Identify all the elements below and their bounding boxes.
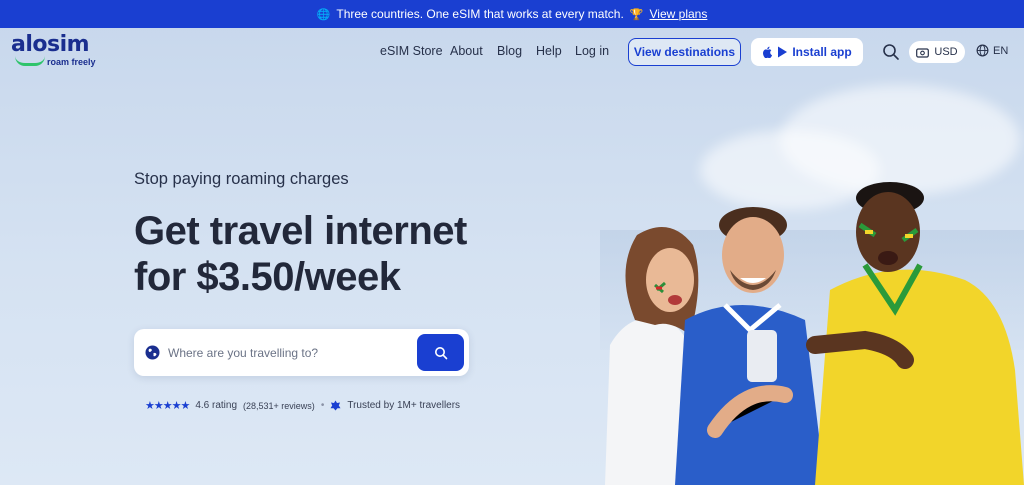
fan-man-center [675,207,825,485]
currency-label: USD [934,46,958,58]
play-store-icon [778,46,788,58]
brand-tagline: roam freely [47,57,96,67]
separator-dot: • [320,400,325,411]
hero-fans-illustration [605,182,1024,485]
globe-icon [976,44,989,57]
nav-help[interactable]: Help [536,44,562,58]
destination-input[interactable] [168,341,408,364]
nav-esim-store[interactable]: eSIM Store [380,44,443,58]
search-icon [434,346,447,359]
destination-search [134,329,469,376]
apple-icon [763,46,773,58]
announcement-bar: 🌐 Three countries. One eSIM that works a… [0,0,1024,28]
install-app-button[interactable]: Install app [751,38,863,66]
review-count: (28,531+ reviews) [243,400,315,411]
nav-log-in[interactable]: Log in [575,44,609,58]
brand-name: alosim [11,32,90,57]
currency-icon [916,47,930,58]
rating-text: 4.6 rating [195,400,238,411]
view-plans-link[interactable]: View plans [650,7,708,21]
language-label: EN [993,44,1009,57]
travellers-text: Trusted by 1M+ travellers [347,400,461,411]
badge-icon [330,400,341,411]
trophy-icon: 🏆 [629,8,644,21]
currency-selector[interactable]: USD [909,41,965,63]
trust-row: ★★★★★ 4.6 rating (28,531+ reviews) • Tru… [145,399,460,412]
site-header: alosim roam freely eSIM Store About Blog… [0,28,1024,76]
nav-about[interactable]: About [450,44,483,58]
headline-line-1: Get travel internet [134,209,467,253]
fan-man-right [806,182,1024,485]
announcement-text: Three countries. One eSIM that works at … [336,7,624,21]
nav-blog[interactable]: Blog [497,44,522,58]
search-button[interactable] [417,334,464,371]
brand-logo[interactable]: alosim roam freely [11,34,101,70]
language-selector[interactable]: EN [976,44,1008,57]
search-icon[interactable] [882,43,900,61]
globe-icon [145,345,160,360]
hero-headline: Get travel internet for $3.50/week [134,208,467,300]
view-destinations-button[interactable]: View destinations [628,38,741,66]
globe-icon: 🌐 [316,8,331,21]
headline-line-2: for $3.50/week [134,255,401,299]
rating-stars: ★★★★★ [145,400,190,412]
logo-smile-mark [15,56,45,66]
install-app-label: Install app [792,45,852,59]
hero-eyebrow: Stop paying roaming charges [134,170,349,188]
